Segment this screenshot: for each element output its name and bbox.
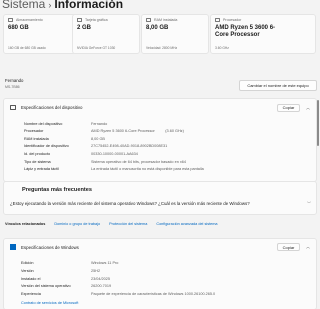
ram-card[interactable]: RAM instalada 8,00 GB Velocidad: 2800 MH… [141, 14, 209, 54]
gpu-card[interactable]: Tarjeta gráfica 2 GB NVIDIA GeForce GT 1… [72, 14, 140, 54]
spec-row-processor: Procesador AMD Ryzen 5 3600 6-Core Proces… [24, 129, 184, 133]
ram-sub: Velocidad: 2800 MHz [146, 46, 178, 50]
windows-specs-title: Especificaciones de Windows [21, 244, 79, 250]
page-title: Información [54, 0, 124, 11]
storage-value: 680 GB [8, 25, 29, 31]
faq-question[interactable]: ¿Estoy ejecutando la versión más recient… [10, 201, 306, 206]
ram-label: RAM instalada [154, 18, 178, 22]
page-header: Sistema › Información [2, 0, 123, 11]
win-row-experience: Experiencia Paquete de experiencia de car… [21, 292, 216, 296]
spec-row-system-type: Tipo de sistema Sistema operativo de 64 b… [24, 160, 186, 164]
breadcrumb-separator: › [48, 0, 52, 10]
related-links: Vínculos relacionados Dominio o grupo de … [5, 222, 218, 226]
copy-windows-specs-button[interactable]: Copiar [277, 243, 300, 251]
spec-row-pen-touch: Lápiz y entrada táctil La entrada táctil … [24, 167, 204, 171]
cpu-value: AMD Ryzen 5 3600 6-Core Processor [215, 25, 276, 38]
cpu-card[interactable]: Procesador AMD Ryzen 5 3600 6-Core Proce… [210, 14, 316, 54]
device-model: MS-7B86 [5, 85, 20, 89]
cpu-icon [215, 18, 220, 22]
gpu-icon [77, 18, 82, 22]
link-domain-workgroup[interactable]: Dominio o grupo de trabajo [54, 222, 100, 226]
win-row-edition: Edición Windows 11 Pro [21, 261, 119, 265]
win-row-version: Versión 25H2 [21, 269, 101, 273]
link-system-protection[interactable]: Protección del sistema [109, 222, 147, 226]
device-owner: Fernando MS-7B86 [5, 78, 23, 90]
win-row-installed: Instalado el 23/04/2025 [21, 277, 111, 281]
faq-card: Preguntas más frecuentes ¿Estoy ejecutan… [3, 181, 317, 215]
microsoft-services-agreement-link[interactable]: Contrato de servicios de Microsoft [21, 301, 78, 305]
windows-logo-icon [10, 244, 16, 250]
rename-pc-button[interactable]: Cambiar el nombre de este equipo [239, 80, 317, 91]
cpu-label: Procesador [223, 18, 242, 22]
gpu-value: 2 GB [77, 25, 92, 31]
storage-label: Almacenamiento [16, 18, 43, 22]
chevron-up-icon[interactable]: ︿ [306, 105, 310, 111]
link-advanced-system-settings[interactable]: Configuración avanzada del sistema [156, 222, 217, 226]
spec-row-device-id: Identificador de dispositivo 27C75452-E49… [24, 144, 168, 148]
chevron-up-icon[interactable]: ︿ [306, 244, 310, 250]
faq-title: Preguntas más frecuentes [22, 187, 92, 193]
copy-device-specs-button[interactable]: Copiar [277, 103, 300, 112]
ram-value: 8,00 GB [146, 25, 169, 31]
win-row-os-build: Versión del sistema operativo 26200.7019 [21, 284, 112, 288]
cpu-sub: 3.60 GHz [215, 46, 229, 50]
device-specs-title: Especificaciones del dispositivo [21, 105, 83, 110]
spec-row-product-id: Id. del producto 00330-10000-00001-AA634 [24, 152, 138, 156]
breadcrumb-sistema[interactable]: Sistema [2, 0, 45, 11]
storage-card[interactable]: Almacenamiento 680 GB 160 GB de 680 GB u… [3, 14, 76, 54]
spec-row-ram: RAM instalada 8,00 GB [24, 137, 105, 141]
monitor-icon [10, 105, 16, 110]
ram-icon [146, 18, 151, 22]
chevron-down-icon[interactable]: ﹀ [307, 201, 311, 207]
spec-row-device-name: Nombre del dispositivo Fernando [24, 122, 108, 126]
windows-specs-card: Especificaciones de Windows Copiar ︿ Edi… [3, 238, 317, 309]
scrollbar-thumb[interactable] [317, 100, 319, 146]
device-specs-card: Especificaciones del dispositivo Copiar … [3, 98, 317, 182]
storage-icon [8, 18, 13, 22]
related-links-label: Vínculos relacionados [5, 222, 46, 226]
gpu-label: Tarjeta gráfica [85, 18, 108, 22]
storage-sub: 160 GB de 680 GB usado [8, 46, 46, 50]
gpu-sub: NVIDIA GeForce GT 1030 [77, 46, 116, 50]
